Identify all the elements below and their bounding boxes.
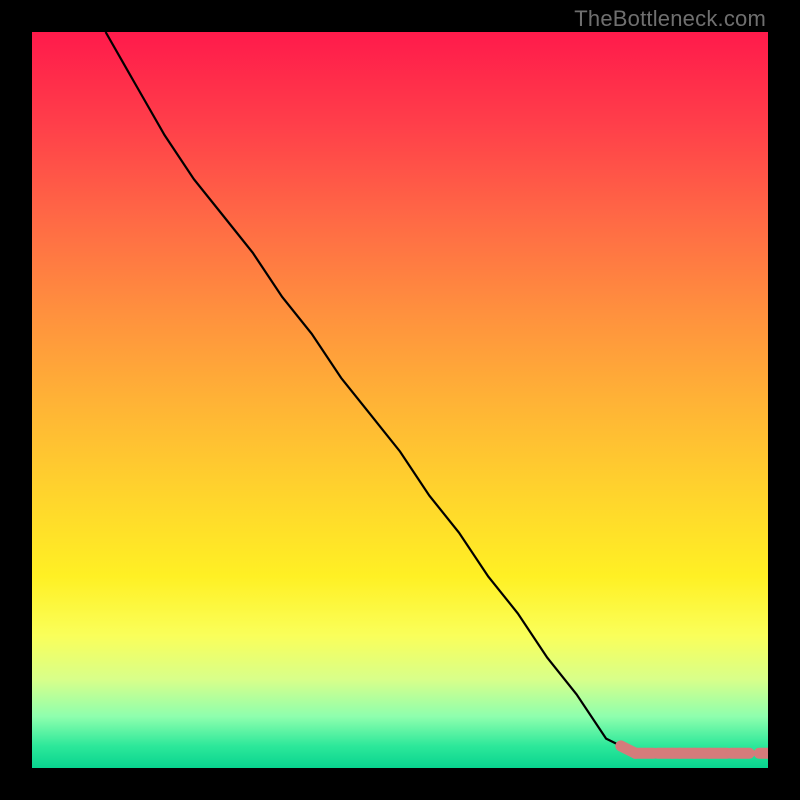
series-curve — [106, 32, 768, 753]
bottleneck-curve-line — [106, 32, 768, 753]
tail-markers-group — [621, 746, 768, 758]
tail-dot — [726, 748, 736, 758]
chart-svg — [32, 32, 768, 768]
chart-frame: TheBottleneck.com — [0, 0, 800, 800]
plot-area — [32, 32, 768, 768]
watermark-label: TheBottleneck.com — [574, 6, 766, 32]
